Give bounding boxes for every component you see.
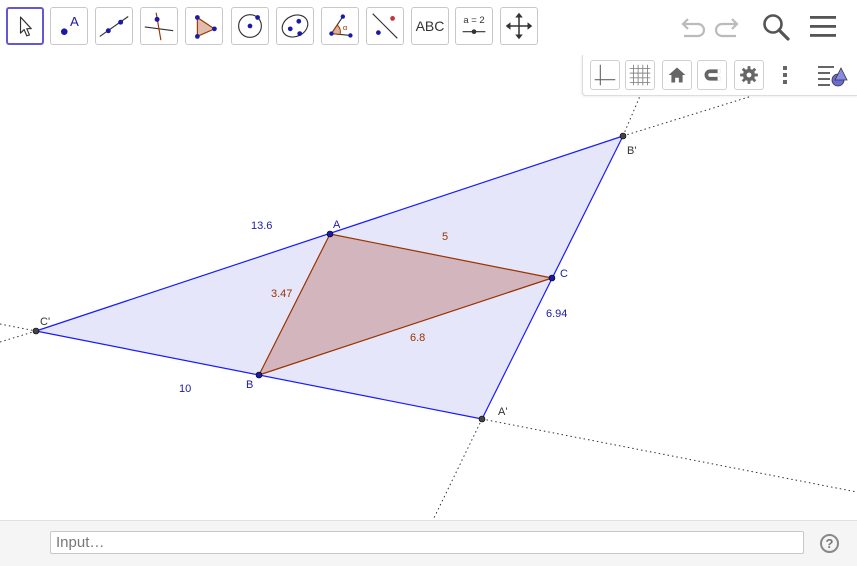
label-ab-length: 3.47: [271, 288, 292, 300]
label-point-c: C: [560, 268, 568, 280]
dotted-line-a-prime-right: [481, 418, 857, 493]
point-capturing-button[interactable]: [697, 60, 727, 90]
point-c[interactable]: [548, 274, 556, 282]
algebra-view-toggle-icon: [818, 66, 848, 87]
point-a[interactable]: [326, 230, 334, 238]
label-a-prime-c-prime-length: 10: [179, 383, 191, 395]
more-options-button[interactable]: [773, 60, 797, 90]
label-c-prime-b-prime-length: 13.6: [251, 220, 272, 232]
input-help-button[interactable]: ?: [820, 534, 839, 553]
more-vertical-icon: [783, 66, 787, 84]
graphics-settings-button[interactable]: [734, 60, 764, 90]
magnet-icon: [704, 69, 721, 81]
dotted-line-b-prime-up: [622, 95, 641, 137]
axes-icon: [594, 64, 616, 86]
toggle-grid-button[interactable]: [625, 60, 655, 90]
dotted-line-a-prime-down: [432, 418, 483, 521]
point-c-prime[interactable]: [32, 327, 40, 335]
label-point-b-prime: B': [627, 145, 636, 157]
point-a-prime[interactable]: [478, 415, 486, 423]
label-point-b: B: [246, 379, 253, 391]
label-point-a: A: [333, 219, 341, 231]
graphics-style-bar: [582, 55, 857, 96]
algebra-input-field[interactable]: [50, 531, 804, 554]
label-point-a-prime: A': [498, 406, 507, 418]
gear-icon: [740, 66, 758, 84]
standard-view-button[interactable]: [662, 60, 692, 90]
input-bar: ?: [0, 520, 857, 566]
point-b[interactable]: [255, 371, 263, 379]
label-bc-length: 6.8: [410, 332, 425, 344]
label-point-c-prime: C': [40, 316, 50, 328]
algebra-view-toggle-button[interactable]: [815, 60, 851, 90]
dotted-line-c-prime-left: [0, 330, 37, 343]
label-ac-length: 5: [442, 231, 448, 243]
home-icon: [668, 67, 686, 83]
toggle-axes-button[interactable]: [590, 60, 620, 90]
dotted-line-b-prime-right: [622, 95, 753, 137]
label-b-prime-a-prime-length: 6.94: [546, 308, 567, 320]
grid-icon: [629, 64, 651, 86]
dotted-line-c-prime-upper: [0, 323, 37, 332]
point-b-prime[interactable]: [619, 132, 627, 140]
